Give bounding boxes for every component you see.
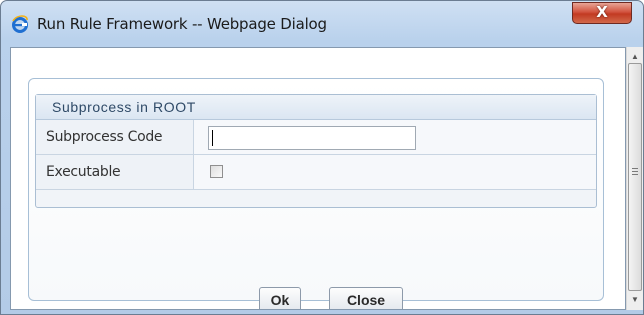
value-cell — [194, 120, 596, 154]
scroll-down-icon[interactable]: ▼ — [627, 292, 643, 308]
executable-label: Executable — [46, 164, 121, 180]
window-title: Run Rule Framework -- Webpage Dialog — [37, 15, 327, 33]
close-button[interactable]: Close — [329, 287, 403, 309]
form-row-executable: Executable — [36, 155, 596, 190]
text-cursor — [212, 130, 213, 146]
window-close-button[interactable]: X — [572, 2, 632, 24]
label-cell: Executable — [36, 155, 194, 189]
subprocess-code-input[interactable] — [208, 126, 416, 150]
form-row-subprocess-code: Subprocess Code — [36, 120, 596, 155]
ok-button[interactable]: Ok — [259, 287, 301, 309]
scrollbar-grip-icon — [632, 168, 638, 169]
form-header-title: Subprocess in ROOT — [52, 99, 196, 115]
label-cell: Subprocess Code — [36, 120, 194, 154]
subprocess-code-label: Subprocess Code — [46, 129, 163, 145]
vertical-scrollbar[interactable]: ▲ ▼ — [626, 47, 643, 310]
executable-checkbox[interactable] — [210, 165, 223, 178]
subprocess-form: Subprocess in ROOT Subprocess Code Execu… — [35, 94, 597, 208]
title-bar[interactable]: Run Rule Framework -- Webpage Dialog X — [1, 1, 643, 47]
ie-icon — [11, 15, 29, 33]
form-header: Subprocess in ROOT — [36, 95, 596, 120]
value-cell — [194, 155, 596, 189]
dialog-window: Run Rule Framework -- Webpage Dialog X S… — [0, 0, 644, 315]
dialog-content: Subprocess in ROOT Subprocess Code Execu… — [10, 47, 626, 310]
scrollbar-thumb[interactable] — [628, 63, 642, 291]
